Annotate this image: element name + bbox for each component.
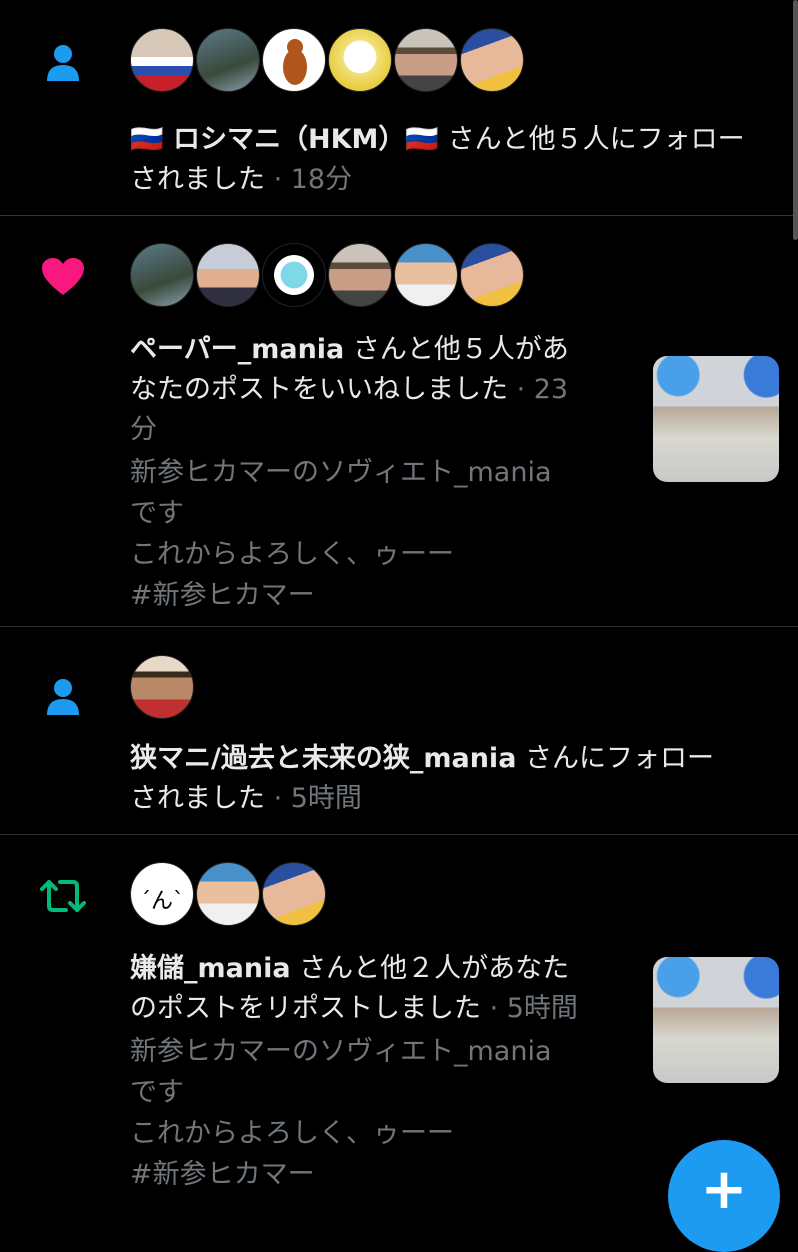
user-name[interactable]: 嫌儲_mania bbox=[130, 953, 291, 984]
avatar[interactable] bbox=[262, 28, 326, 92]
notification-repost[interactable]: ´ん` 嫌儲_mania さんと他２人があなた のポストをリポストしました · … bbox=[0, 835, 798, 1200]
notification-follow[interactable]: 狭マニ/過去と未来の狭_mania さんにフォロー されました · 5時間 bbox=[0, 627, 798, 835]
avatar[interactable] bbox=[196, 862, 260, 926]
notification-text: 嫌儲_mania さんと他２人があなた のポストをリポストしました · 5時間 bbox=[130, 953, 578, 1024]
avatar-row bbox=[130, 243, 526, 307]
notification-like[interactable]: ペーパー_mania さんと他５人があ なたのポストをいいねしました · 23 … bbox=[0, 216, 798, 627]
heart-icon bbox=[38, 252, 88, 302]
avatar[interactable] bbox=[262, 243, 326, 307]
avatar-row bbox=[130, 28, 526, 92]
timestamp: · 23 bbox=[516, 374, 569, 405]
post-preview[interactable]: 新参ヒカマーのソヴィエト_mania です これからよろしく、ゥーー #新参ヒカ… bbox=[130, 452, 552, 616]
repost-icon bbox=[38, 871, 88, 921]
avatar[interactable] bbox=[328, 28, 392, 92]
avatar[interactable] bbox=[262, 862, 326, 926]
avatar[interactable]: ´ん` bbox=[130, 862, 194, 926]
timestamp: · 5時間 bbox=[273, 783, 362, 814]
avatar[interactable] bbox=[394, 28, 458, 92]
avatar[interactable] bbox=[130, 655, 194, 719]
avatar[interactable] bbox=[394, 243, 458, 307]
avatar-row bbox=[130, 655, 196, 719]
scrollbar[interactable] bbox=[793, 0, 798, 240]
avatar[interactable] bbox=[130, 28, 194, 92]
notification-text: ペーパー_mania さんと他５人があ なたのポストをいいねしました · 23 … bbox=[130, 334, 569, 445]
post-preview[interactable]: 新参ヒカマーのソヴィエト_mania です これからよろしく、ゥーー #新参ヒカ… bbox=[130, 1031, 552, 1195]
person-icon bbox=[38, 38, 88, 88]
avatar[interactable] bbox=[196, 243, 260, 307]
plus-icon: + bbox=[700, 1157, 748, 1222]
post-thumbnail[interactable] bbox=[653, 957, 779, 1083]
avatar[interactable] bbox=[460, 243, 524, 307]
avatar[interactable] bbox=[130, 243, 194, 307]
notification-text: 🇷🇺 ロシマニ（HKM）🇷🇺 さんと他５人にフォロー されました · 18分 bbox=[130, 124, 745, 195]
avatar[interactable] bbox=[460, 28, 524, 92]
timestamp: · 18分 bbox=[273, 164, 353, 195]
user-name[interactable]: 狭マニ/過去と未来の狭_mania bbox=[130, 743, 516, 774]
avatar[interactable] bbox=[328, 243, 392, 307]
user-name[interactable]: ペーパー_mania bbox=[130, 334, 344, 365]
compose-button[interactable]: + bbox=[668, 1140, 780, 1252]
notification-text: 狭マニ/過去と未来の狭_mania さんにフォロー されました · 5時間 bbox=[130, 743, 715, 814]
person-icon bbox=[38, 672, 88, 722]
avatar-row: ´ん` bbox=[130, 862, 328, 926]
timestamp: · 5時間 bbox=[489, 993, 578, 1024]
notification-follow[interactable]: 🇷🇺 ロシマニ（HKM）🇷🇺 さんと他５人にフォロー されました · 18分 bbox=[0, 0, 798, 216]
user-name[interactable]: 🇷🇺 ロシマニ（HKM）🇷🇺 bbox=[130, 124, 439, 155]
avatar[interactable] bbox=[196, 28, 260, 92]
post-thumbnail[interactable] bbox=[653, 356, 779, 482]
